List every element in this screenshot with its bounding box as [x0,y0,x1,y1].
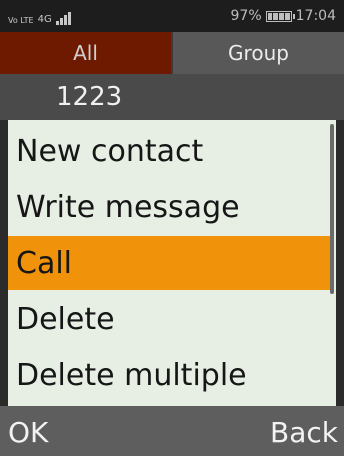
tab-group[interactable]: Group [171,32,344,74]
softkey-bar: OK Back [0,406,344,456]
menu-scrollbar[interactable] [330,124,334,294]
menu-item-delete[interactable]: Delete [8,292,332,346]
menu-item-new-contact[interactable]: New contact [8,124,332,178]
status-right: 97% 17:04 [231,7,336,25]
search-input[interactable]: 1223 [56,82,122,112]
status-bar: Vo LTE 4G 97% 17:04 [0,0,344,32]
phone-screen: Vo LTE 4G 97% 17:04 All Group 1223 New c… [0,0,344,456]
menu-item-call[interactable]: Call [8,236,332,290]
search-field[interactable]: 1223 [0,74,344,120]
signal-bars-icon [55,11,71,25]
menu-item-delete-multiple[interactable]: Delete multiple [8,348,332,402]
contact-tabs: All Group [0,32,344,74]
menu-item-write-message[interactable]: Write message [8,180,332,234]
clock: 17:04 [295,8,336,24]
tab-all[interactable]: All [0,32,171,74]
battery-percent: 97% [230,8,262,24]
volte-indicator: Vo LTE [8,16,34,25]
ok-softkey[interactable]: OK [8,416,48,449]
battery-icon [265,10,295,22]
options-menu: New contact Write message Call Delete De… [8,120,336,406]
status-left: Vo LTE 4G [8,7,71,25]
back-softkey[interactable]: Back [270,416,338,449]
network-type: 4G [37,14,52,25]
